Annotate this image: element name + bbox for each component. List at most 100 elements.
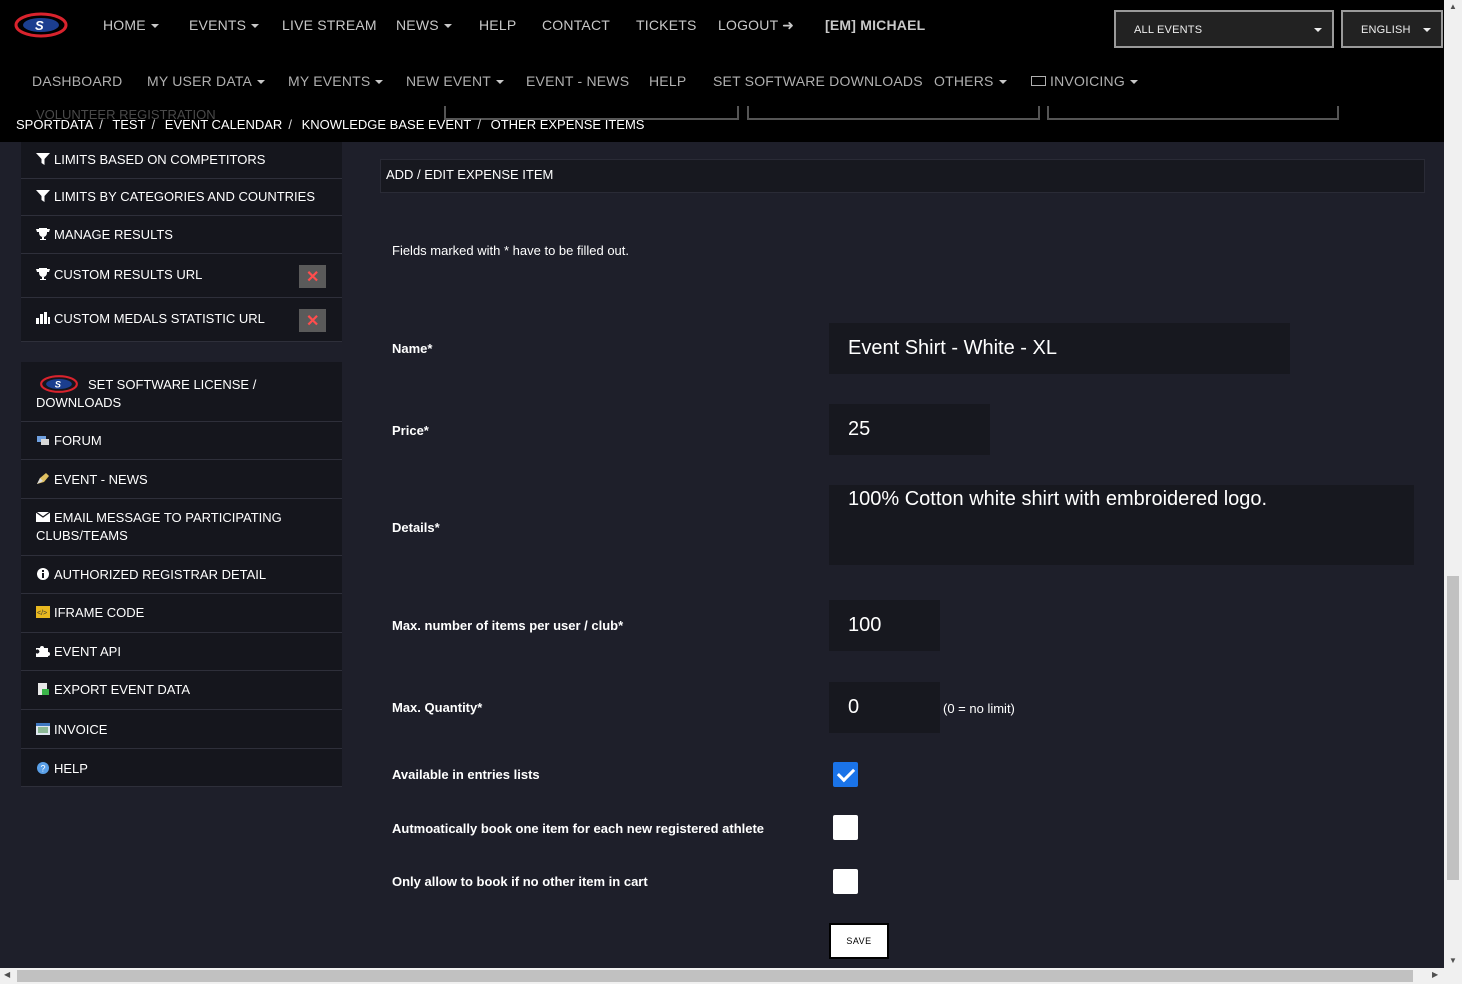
- subnav-dashboard[interactable]: DASHBOARD: [32, 73, 122, 89]
- subnav-invoicing[interactable]: INVOICING: [1031, 73, 1138, 89]
- sidebar-item-export-event-data[interactable]: EXPORT EVENT DATA: [21, 671, 342, 710]
- sidebar-item-label: EVENT - NEWS: [54, 472, 148, 487]
- subnav-event-news[interactable]: EVENT - NEWS: [526, 73, 629, 89]
- name-input[interactable]: [829, 323, 1290, 374]
- user-name[interactable]: [EM] MICHAEL: [825, 17, 925, 33]
- only-allow-checkbox[interactable]: [833, 869, 858, 894]
- sidebar-item-label: IFRAME CODE: [54, 605, 145, 620]
- horizontal-scrollbar[interactable]: ◀ ▶: [0, 968, 1462, 984]
- nav-contact[interactable]: CONTACT: [542, 17, 610, 33]
- sidebar-item-limits-categories[interactable]: LIMITS BY CATEGORIES AND COUNTRIES: [21, 179, 342, 216]
- sidebar-item-label: MANAGE RESULTS: [54, 227, 173, 242]
- delete-custom-medals-url-button[interactable]: ✕: [299, 309, 326, 332]
- subnav-help[interactable]: HELP: [649, 73, 686, 89]
- subnav-new-event[interactable]: NEW EVENT: [406, 73, 505, 89]
- nav-tickets[interactable]: TICKETS: [636, 17, 697, 33]
- nav-news[interactable]: NEWS: [396, 17, 452, 33]
- subnav-others[interactable]: OTHERS: [934, 73, 1007, 89]
- close-icon: ✕: [306, 313, 320, 330]
- filter-icon: [36, 153, 50, 165]
- chevron-down-icon: [375, 80, 384, 85]
- horizontal-scroll-thumb[interactable]: [17, 970, 1413, 982]
- sidebar-item-authorized-registrar[interactable]: AUTHORIZED REGISTRAR DETAIL: [21, 556, 342, 594]
- scroll-down-icon[interactable]: ▼: [1449, 956, 1457, 965]
- sidebar-item-label: CUSTOM RESULTS URL: [54, 267, 203, 282]
- ghost-field: [1047, 106, 1339, 120]
- save-button[interactable]: SAVE: [829, 923, 889, 959]
- close-icon: ✕: [306, 269, 320, 286]
- scroll-up-icon[interactable]: ▲: [1449, 2, 1457, 11]
- secondary-navbar: DASHBOARD MY USER DATA MY EVENTS NEW EVE…: [0, 52, 1444, 106]
- bar-chart-icon: [36, 312, 50, 324]
- scroll-left-icon[interactable]: ◀: [4, 970, 10, 979]
- event-select-value: ALL EVENTS: [1134, 24, 1203, 36]
- subnav-set-software-downloads[interactable]: SET SOFTWARE DOWNLOADS: [713, 73, 923, 89]
- breadcrumb-event-calendar[interactable]: EVENT CALENDAR: [165, 117, 283, 132]
- subnav-my-events[interactable]: MY EVENTS: [288, 73, 384, 89]
- sidebar-item-label: FORUM: [54, 433, 102, 448]
- breadcrumb-sportdata[interactable]: SPORTDATA: [16, 117, 93, 132]
- delete-custom-results-url-button[interactable]: ✕: [299, 265, 326, 288]
- available-label: Available in entries lists: [392, 767, 540, 782]
- sidebar-item-label: EVENT API: [54, 644, 121, 659]
- details-textarea[interactable]: 100% Cotton white shirt with embroidered…: [829, 485, 1414, 565]
- sportdata-logo[interactable]: S: [14, 11, 68, 39]
- vertical-scrollbar[interactable]: ▲ ▼: [1444, 0, 1462, 968]
- sidebar-item-help[interactable]: ? HELP: [21, 749, 342, 787]
- breadcrumb: SPORTDATA / TEST / EVENT CALENDAR / KNOWLED…: [16, 117, 645, 132]
- svg-text:S: S: [55, 380, 62, 390]
- price-input[interactable]: [829, 404, 990, 455]
- available-checkbox[interactable]: [833, 762, 858, 787]
- chevron-down-icon: [251, 24, 260, 29]
- language-select[interactable]: ENGLISH: [1341, 10, 1443, 48]
- news-icon: [37, 473, 49, 484]
- max-quantity-input[interactable]: [829, 682, 940, 733]
- sidebar-item-label: LIMITS BASED ON COMPETITORS: [54, 152, 266, 167]
- info-icon: [37, 568, 49, 580]
- max-items-input[interactable]: [829, 600, 940, 651]
- breadcrumb-other-expense-items: OTHER EXPENSE ITEMS: [490, 117, 645, 132]
- sidebar-item-custom-results-url[interactable]: CUSTOM RESULTS URL ✕: [21, 254, 342, 298]
- sidebar-item-iframe-code[interactable]: </> IFRAME CODE: [21, 594, 342, 633]
- invoice-icon: [36, 723, 50, 735]
- nav-live-stream[interactable]: LIVE STREAM: [282, 17, 377, 33]
- sidebar-item-invoice[interactable]: INVOICE: [21, 710, 342, 749]
- max-quantity-label: Max. Quantity*: [392, 700, 483, 715]
- nav-home[interactable]: HOME: [103, 17, 159, 33]
- nav-logout[interactable]: LOGOUT ➜: [718, 17, 794, 34]
- svg-text:</>: </>: [37, 610, 47, 617]
- scroll-right-icon[interactable]: ▶: [1432, 970, 1438, 979]
- sidebar-item-email-message[interactable]: EMAIL MESSAGE TO PARTICIPATING CLUBS/TEA…: [21, 499, 342, 556]
- subnav-invoicing-label: INVOICING: [1050, 73, 1125, 89]
- auto-book-checkbox[interactable]: [833, 815, 858, 840]
- sidebar-item-event-api[interactable]: EVENT API: [21, 633, 342, 671]
- sidebar-item-label: EXPORT EVENT DATA: [54, 682, 191, 697]
- sidebar-item-label: CUSTOM MEDALS STATISTIC URL: [54, 311, 265, 326]
- sidebar-item-manage-results[interactable]: MANAGE RESULTS: [21, 216, 342, 254]
- language-select-value: ENGLISH: [1361, 24, 1411, 36]
- auto-book-label: Autmoatically book one item for each new…: [392, 821, 765, 836]
- nav-logout-label: LOGOUT: [718, 17, 779, 33]
- sidebar-item-forum[interactable]: FORUM: [21, 422, 342, 460]
- filter-icon: [36, 190, 50, 202]
- nav-events[interactable]: EVENTS: [189, 17, 260, 33]
- sidebar-item-event-news[interactable]: EVENT - NEWS: [21, 460, 342, 499]
- sidebar-item-label: AUTHORIZED REGISTRAR DETAIL: [54, 567, 267, 582]
- sportdata-logo: S: [40, 375, 78, 393]
- vertical-scroll-thumb[interactable]: [1447, 576, 1459, 880]
- nav-help[interactable]: HELP: [479, 17, 516, 33]
- breadcrumb-test[interactable]: TEST: [112, 117, 145, 132]
- form-title: ADD / EDIT EXPENSE ITEM: [386, 167, 554, 182]
- envelope-icon: [36, 511, 50, 522]
- sidebar-item-custom-medals-url[interactable]: CUSTOM MEDALS STATISTIC URL ✕: [21, 298, 342, 342]
- subnav-my-user-data[interactable]: MY USER DATA: [147, 73, 266, 89]
- sidebar-item-set-software-license[interactable]: S SET SOFTWARE LICENSE / DOWNLOADS: [21, 362, 342, 422]
- forum-icon: [37, 436, 49, 445]
- chevron-down-icon: [257, 80, 266, 85]
- event-select[interactable]: ALL EVENTS: [1114, 10, 1334, 48]
- breadcrumb-knowledge-base-event[interactable]: KNOWLEDGE BASE EVENT: [302, 117, 472, 132]
- chevron-down-icon: [1423, 28, 1431, 32]
- max-items-label: Max. number of items per user / club*: [392, 618, 624, 633]
- only-allow-label: Only allow to book if no other item in c…: [392, 874, 648, 889]
- sidebar-item-limits-competitors[interactable]: LIMITS BASED ON COMPETITORS: [21, 142, 342, 179]
